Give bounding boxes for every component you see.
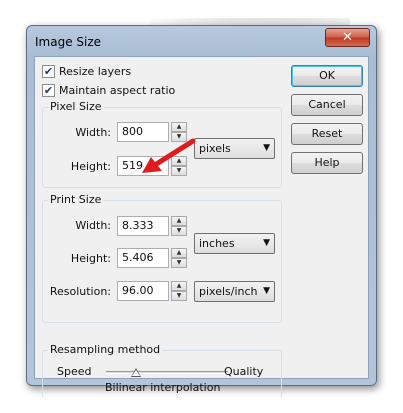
maintain-aspect-label: Maintain aspect ratio: [59, 84, 176, 97]
resolution-input[interactable]: 96.00: [117, 281, 169, 301]
spin-up-icon[interactable]: ▲: [171, 248, 187, 258]
resize-layers-checkbox[interactable]: ✔: [42, 65, 55, 78]
print-height-spinner[interactable]: ▲ ▼: [171, 248, 187, 268]
pixel-width-label: Width:: [75, 126, 111, 139]
speed-label: Speed: [57, 365, 92, 378]
print-width-input[interactable]: 8.333: [117, 216, 169, 236]
title-bar[interactable]: Image Size ✕: [27, 26, 376, 57]
print-height-label: Height:: [70, 252, 111, 265]
pixel-height-label: Height:: [70, 160, 111, 173]
spin-down-icon[interactable]: ▼: [171, 291, 187, 301]
close-button[interactable]: ✕: [325, 28, 370, 47]
quality-label: Quality: [224, 365, 264, 378]
spin-up-icon[interactable]: ▲: [171, 122, 187, 132]
chevron-down-icon: ▼: [263, 143, 270, 153]
chevron-down-icon: ▼: [263, 286, 270, 296]
pixel-size-title: Pixel Size: [48, 100, 104, 113]
resize-layers-label: Resize layers: [59, 65, 132, 78]
pixel-unit-select[interactable]: pixels ▼: [194, 138, 275, 159]
resampling-method-label: Bilinear interpolation: [105, 381, 221, 394]
resize-layers-option[interactable]: ✔ Resize layers: [42, 65, 131, 78]
reset-button[interactable]: Reset: [291, 123, 363, 145]
resampling-slider-track[interactable]: [106, 371, 228, 374]
spin-down-icon[interactable]: ▼: [171, 226, 187, 236]
maintain-aspect-option[interactable]: ✔ Maintain aspect ratio: [42, 84, 175, 97]
red-arrow-annotation: [142, 138, 196, 173]
cancel-button[interactable]: Cancel: [291, 94, 363, 116]
image-size-dialog: Image Size ✕ ✔ Resize layers ✔ Maintain …: [26, 25, 377, 398]
resolution-spinner[interactable]: ▲ ▼: [171, 281, 187, 301]
resolution-label: Resolution:: [49, 285, 111, 298]
dialog-title: Image Size: [35, 35, 102, 49]
chevron-down-icon: ▼: [263, 238, 270, 248]
resampling-slider-thumb[interactable]: [131, 368, 141, 377]
print-size-group: Print Size Width: 8.333 ▲ ▼ Height: 5.40…: [42, 193, 282, 323]
spin-up-icon[interactable]: ▲: [171, 281, 187, 291]
help-button[interactable]: Help: [291, 152, 363, 174]
resolution-unit-select[interactable]: pixels/inch ▼: [194, 281, 275, 302]
print-unit-value: inches: [199, 237, 235, 250]
resampling-title: Resampling method: [48, 343, 163, 356]
spin-down-icon[interactable]: ▼: [171, 258, 187, 268]
dialog-body: ✔ Resize layers ✔ Maintain aspect ratio …: [34, 56, 369, 398]
resolution-unit-value: pixels/inch: [199, 285, 258, 298]
pixel-unit-value: pixels: [199, 142, 231, 155]
maintain-aspect-checkbox[interactable]: ✔: [42, 84, 55, 97]
print-unit-select[interactable]: inches ▼: [194, 233, 275, 254]
spin-up-icon[interactable]: ▲: [171, 216, 187, 226]
print-width-spinner[interactable]: ▲ ▼: [171, 216, 187, 236]
print-height-input[interactable]: 5.406: [117, 248, 169, 268]
ok-button[interactable]: OK: [291, 65, 363, 87]
print-size-title: Print Size: [48, 193, 104, 206]
print-width-label: Width:: [75, 219, 111, 232]
resampling-group: Resampling method Speed Quality Bilinear…: [42, 343, 282, 398]
